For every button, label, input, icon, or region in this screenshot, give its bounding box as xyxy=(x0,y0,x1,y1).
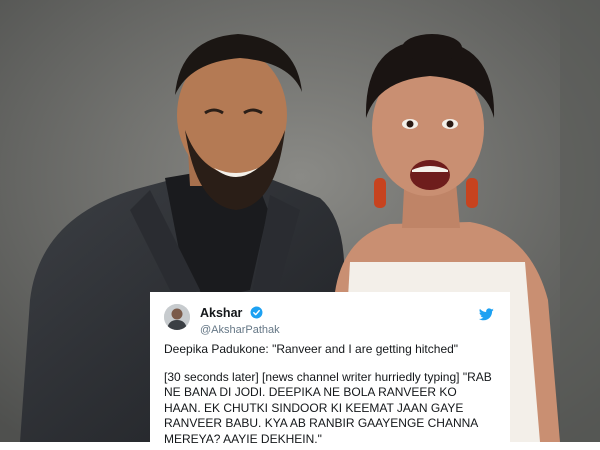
tweet-paragraph-2: [30 seconds later] [news channel writer … xyxy=(164,369,492,446)
author-display-name[interactable]: Akshar xyxy=(200,306,242,320)
tweet-author: Akshar @AksharPathak xyxy=(200,304,280,337)
tweet-card[interactable]: Akshar @AksharPathak Deepika Padukone: "… xyxy=(150,292,510,450)
tweet-header: Akshar @AksharPathak xyxy=(164,302,496,342)
tweet-body: Deepika Padukone: "Ranveer and I are get… xyxy=(164,342,496,447)
author-handle[interactable]: @AksharPathak xyxy=(200,323,280,337)
twitter-bird-icon[interactable] xyxy=(479,308,494,321)
avatar-image xyxy=(164,304,190,330)
screenshot-frame: Akshar @AksharPathak Deepika Padukone: "… xyxy=(0,0,600,450)
verified-badge-icon xyxy=(250,306,263,319)
avatar[interactable] xyxy=(164,304,190,330)
tweet-paragraph-1: Deepika Padukone: "Ranveer and I are get… xyxy=(164,342,459,356)
